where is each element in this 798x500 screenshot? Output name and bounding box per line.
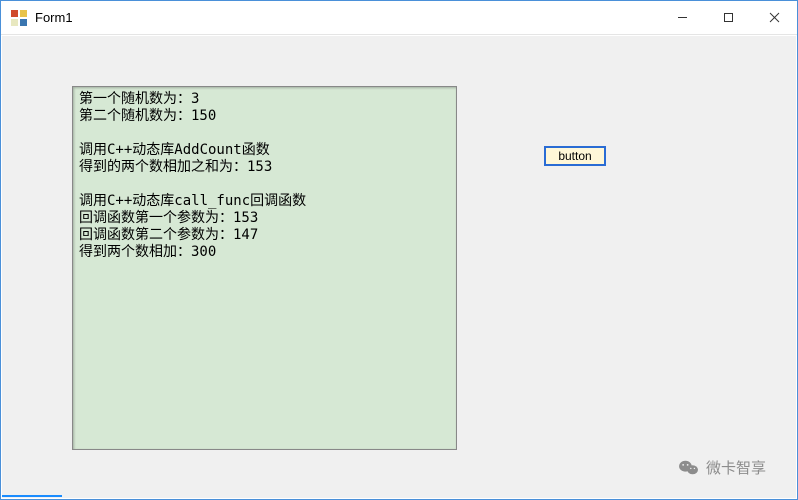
output-textbox[interactable]: 第一个随机数为：3 第二个随机数为：150 调用C++动态库AddCount函数… (72, 86, 457, 450)
maximize-button[interactable] (705, 1, 751, 34)
wechat-icon (678, 459, 700, 477)
close-button[interactable] (751, 1, 797, 34)
window-title: Form1 (35, 10, 73, 25)
taskbar-hint (2, 495, 796, 497)
watermark: 微卡智享 (678, 457, 766, 478)
watermark-text: 微卡智享 (706, 457, 766, 478)
app-icon (11, 10, 27, 26)
window-frame: Form1 第一个随机数为：3 第二个随机数为：150 调用C++动态库AddC… (0, 0, 798, 500)
run-button-label: button (558, 149, 591, 163)
run-button[interactable]: button (544, 146, 606, 166)
minimize-button[interactable] (659, 1, 705, 34)
client-area: 第一个随机数为：3 第二个随机数为：150 调用C++动态库AddCount函数… (2, 36, 796, 498)
titlebar[interactable]: Form1 (1, 1, 797, 35)
